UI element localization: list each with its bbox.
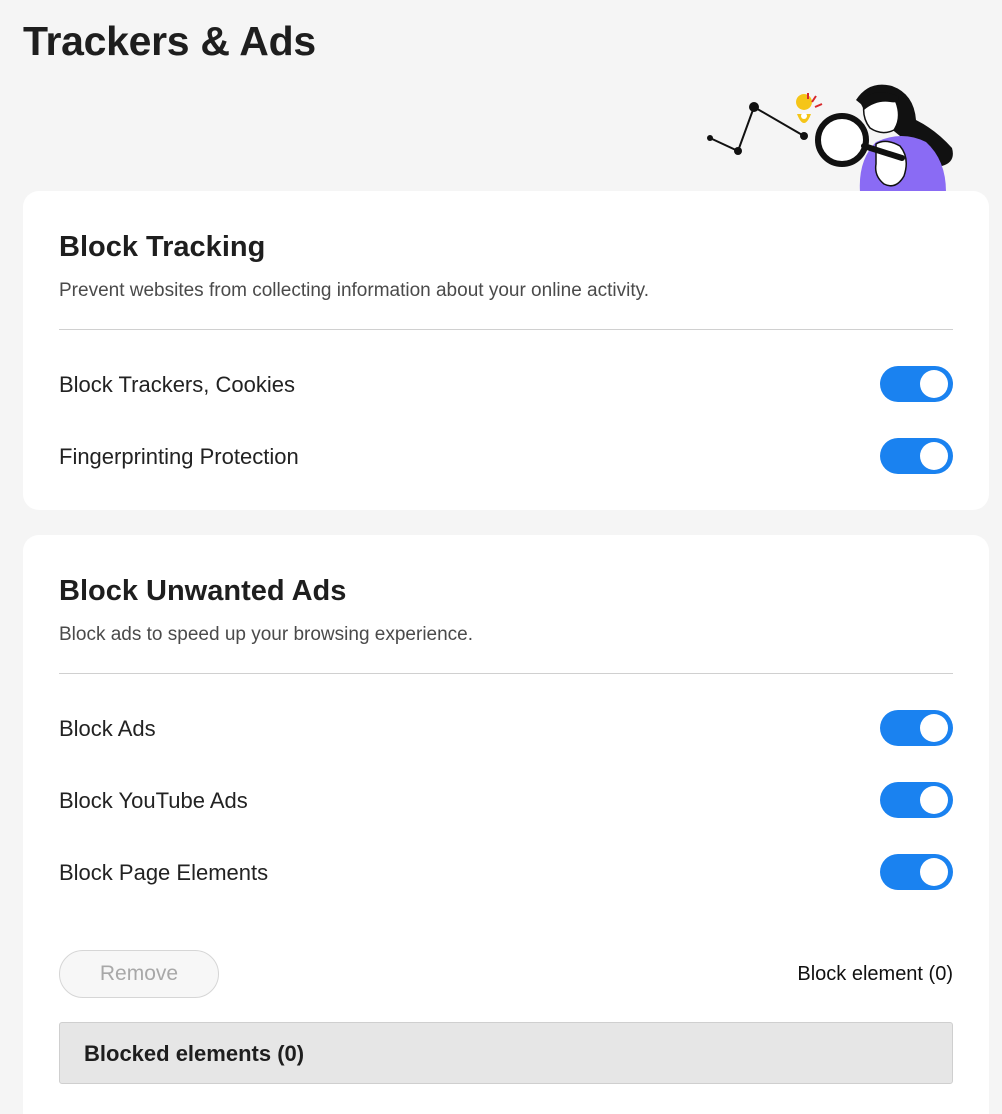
- block-ads-toggle[interactable]: [880, 710, 953, 746]
- block-ads-label: Block Ads: [59, 716, 156, 741]
- block-page-elements-label: Block Page Elements: [59, 860, 269, 885]
- toggle-knob: [920, 786, 948, 814]
- blocked-elements-panel[interactable]: Blocked elements (0): [59, 1022, 953, 1084]
- block-tracking-card: Block Tracking Prevent websites from col…: [23, 191, 989, 510]
- block-ads-description: Block ads to speed up your browsing expe…: [59, 624, 474, 645]
- divider: [59, 329, 953, 330]
- divider: [59, 673, 953, 674]
- toggle-knob: [920, 858, 948, 886]
- fingerprinting-protection-toggle[interactable]: [880, 438, 953, 474]
- woman-with-magnifier-illustration: [704, 80, 956, 192]
- block-trackers-cookies-toggle[interactable]: [880, 366, 953, 402]
- block-ads-title: Block Unwanted Ads: [59, 575, 347, 607]
- toggle-knob: [920, 370, 948, 398]
- remove-button[interactable]: Remove: [59, 950, 219, 998]
- page-title: Trackers & Ads: [23, 18, 316, 64]
- block-youtube-ads-label: Block YouTube Ads: [59, 788, 248, 813]
- block-element-link[interactable]: Block element (0): [797, 963, 953, 986]
- block-ads-card: Block Unwanted Ads Block ads to speed up…: [23, 535, 989, 1114]
- block-page-elements-toggle[interactable]: [880, 854, 953, 890]
- blocked-elements-header: Blocked elements (0): [84, 1041, 305, 1066]
- toggle-knob: [920, 714, 948, 742]
- block-tracking-description: Prevent websites from collecting informa…: [59, 280, 649, 301]
- toggle-knob: [920, 442, 948, 470]
- block-trackers-cookies-label: Block Trackers, Cookies: [59, 372, 295, 397]
- fingerprinting-protection-label: Fingerprinting Protection: [59, 444, 299, 469]
- block-tracking-title: Block Tracking: [59, 231, 266, 263]
- trackers-ads-page: Trackers & Ads Block Tracking Prevent we…: [0, 0, 1002, 1114]
- block-youtube-ads-toggle[interactable]: [880, 782, 953, 818]
